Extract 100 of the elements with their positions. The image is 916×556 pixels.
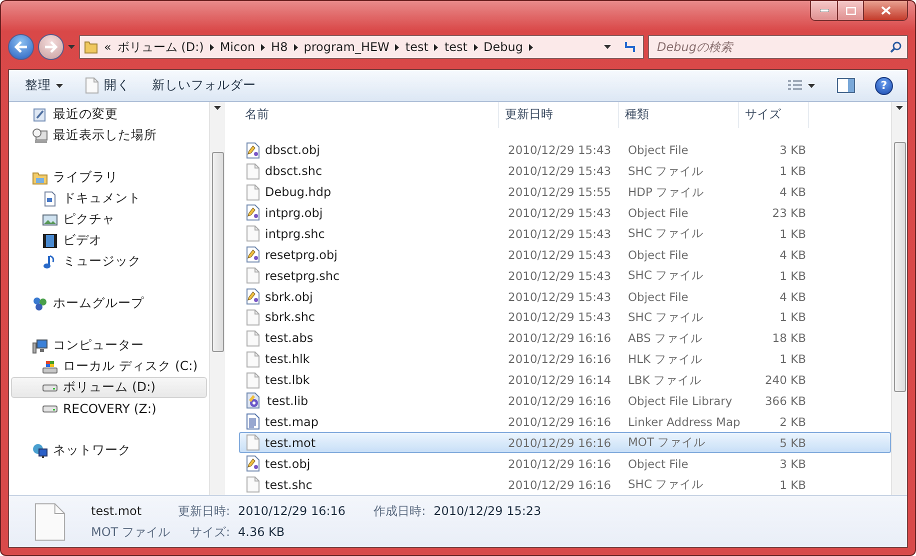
forward-button[interactable] [38,34,64,60]
file-icon [246,308,260,326]
organize-button[interactable]: 整理 [23,75,65,96]
file-row[interactable]: test.lbk 2010/12/29 16:14 LBK ファイル 240 KB [239,370,891,391]
new-folder-button[interactable]: 新しいフォルダー [150,75,258,96]
table-cell-text: 2010/12/29 15:43 [507,206,612,220]
breadcrumb-item[interactable]: test [405,40,428,54]
scrollbar[interactable] [891,102,907,495]
sidebar-item[interactable]: ミュージック [11,251,207,272]
table-cell-text: Linker Address Map [627,414,740,429]
open-button[interactable]: 開く [83,75,132,96]
view-list-icon [787,80,803,92]
table-cell-text: Object File Library [627,394,734,408]
file-row[interactable]: intprg.obj 2010/12/29 15:43 Object File 23 KB [239,202,891,224]
sidebar-item[interactable]: コンピューター [11,335,207,356]
chevron-icon [261,44,266,50]
file-name: resetprg.shc [240,267,500,284]
recent-places-icon [32,128,48,144]
column-header[interactable]: サイズ [739,102,809,128]
sidebar-item[interactable]: ホームグループ [11,293,207,314]
file-row[interactable]: test.hlk 2010/12/29 16:16 HLK ファイル 1 KB [239,348,891,370]
dropdown-arrow-icon [604,45,611,49]
file-name: sbrk.shc [240,308,500,326]
back-button[interactable] [8,34,34,60]
breadcrumb-item[interactable]: program_HEW [304,40,390,54]
scroll-up-icon [214,106,221,110]
preview-pane-button[interactable] [835,76,857,95]
object-file-icon [246,288,260,306]
breadcrumb-item[interactable]: test [444,40,468,54]
table-cell-text: SHC ファイル [627,164,705,179]
file-row[interactable]: dbsct.shc 2010/12/29 15:43 SHC ファイル 1 KB [239,160,891,182]
table-cell-text: 1 KB [778,164,807,178]
column-header[interactable]: 名前 [239,102,499,128]
table-cell-text: 2010/12/29 16:16 [507,436,612,450]
picture-icon [42,212,58,228]
sidebar-item[interactable]: ドキュメント [11,188,207,209]
file-row[interactable]: test.lib 2010/12/29 16:16 Object File Library 366 KB [239,390,891,412]
file-icon [85,77,99,94]
file-row[interactable]: resetprg.obj 2010/12/29 15:43 Object File 4 KB [239,244,891,266]
sidebar-item[interactable]: ライブラリ [11,167,207,188]
table-cell-text: 2010/12/29 15:43 [507,226,612,241]
table-cell-text: ABS ファイル [627,330,704,346]
details-value: 2010/12/29 15:23 [434,504,542,518]
close-button[interactable] [863,1,907,20]
text-file-icon [246,413,260,430]
sidebar-item[interactable]: ローカル ディスク (C:) [11,356,207,377]
column-header[interactable]: 更新日時 [499,102,619,128]
sidebar-item[interactable]: ネットワーク [11,440,207,461]
file-row[interactable]: intprg.shc 2010/12/29 15:43 SHC ファイル 1 KB [239,223,891,244]
system-drive-icon [42,358,58,374]
sidebar-item[interactable]: 最近の変更 [11,104,207,125]
preview-pane-icon [837,78,855,93]
sidebar-item[interactable]: 最近表示した場所 [11,125,207,146]
details-file-type: MOT ファイル [91,524,170,540]
breadcrumb-item[interactable]: ボリューム (D:) [117,38,204,56]
sidebar-item[interactable]: ボリューム (D:) [11,377,207,398]
sidebar-item[interactable]: RECOVERY (Z:) [11,398,207,419]
table-cell-text: 4 KB [778,290,807,304]
file-icon [246,350,260,368]
file-row[interactable]: resetprg.shc 2010/12/29 15:43 SHC ファイル 1 KB [239,265,891,286]
library-file-icon [246,392,262,410]
scrollbar[interactable] [209,102,225,495]
file-row[interactable]: test.shc 2010/12/29 16:16 SHC ファイル 1 KB [239,474,891,495]
table-cell-text: 2010/12/29 16:16 [507,456,612,471]
back-arrow-icon [14,41,28,53]
dropdown-arrow-icon [808,84,815,88]
breadcrumb-item[interactable]: Micon [220,40,256,54]
table-cell-text: SHC ファイル [627,268,705,284]
address-bar[interactable]: « ボリューム (D:) Micon H8 program_HEW test test Debug [79,35,644,59]
history-dropdown-icon [68,45,75,49]
table-cell-text: 3 KB [778,456,807,471]
file-name: test.mot [240,434,500,452]
column-header[interactable]: 種類 [619,102,739,128]
scroll-up-icon [896,106,903,110]
details-value: 4.36 KB [238,524,286,538]
object-file-icon [246,455,260,472]
file-row[interactable]: test.obj 2010/12/29 16:16 Object File 3 KB [239,453,891,474]
file-row[interactable]: test.mot 2010/12/29 16:16 MOT ファイル 5 KB [239,432,891,454]
close-icon [880,6,890,15]
file-name: test.abs [240,330,500,347]
file-name: dbsct.obj [240,142,500,159]
file-row[interactable]: Debug.hdp 2010/12/29 15:55 HDP ファイル 4 KB [239,182,891,203]
breadcrumb-item[interactable]: Debug [484,40,523,54]
chevron-icon [210,44,214,50]
file-icon [246,434,260,452]
file-row[interactable]: sbrk.shc 2010/12/29 15:43 SHC ファイル 1 KB [239,306,891,328]
sidebar-item[interactable]: ビデオ [11,230,207,251]
file-row[interactable]: dbsct.obj 2010/12/29 15:43 Object File 3 KB [239,140,891,161]
file-row[interactable]: test.map 2010/12/29 16:16 Linker Address Map 2 KB [239,411,891,432]
file-row[interactable]: test.abs 2010/12/29 16:16 ABS ファイル 18 KB [239,328,891,349]
file-row[interactable]: sbrk.obj 2010/12/29 15:43 Object File 4 KB [239,286,891,307]
table-cell-text: SHC ファイル [627,226,705,242]
file-icon [246,225,260,242]
refresh-icon [623,40,637,54]
maximize-button[interactable] [837,1,863,20]
breadcrumb-item[interactable]: H8 [271,40,288,54]
breadcrumb-overflow[interactable]: « [104,40,112,54]
table-cell-text: 2010/12/29 15:43 [507,164,612,178]
sidebar-item[interactable]: ピクチャ [11,209,207,230]
search-field[interactable]: Debugの検索 [648,35,908,59]
